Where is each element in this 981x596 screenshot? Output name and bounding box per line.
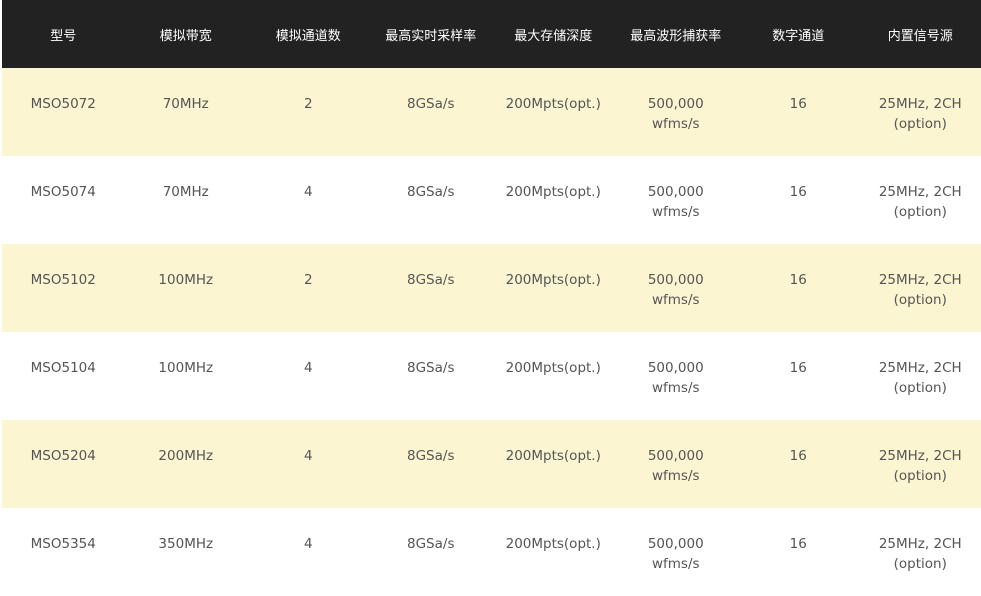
capture-rate-value: 500,000 <box>619 534 734 554</box>
cell-sample-rate: 8GSa/s <box>370 332 493 420</box>
table-row: MSO5104 100MHz 4 8GSa/s 200Mpts(opt.) 50… <box>2 332 981 420</box>
cell-sample-rate: 8GSa/s <box>370 420 493 508</box>
cell-bandwidth: 350MHz <box>125 508 248 596</box>
signal-source-value: 25MHz, 2CH <box>864 534 978 554</box>
cell-sample-rate: 8GSa/s <box>370 244 493 332</box>
cell-model: MSO5072 <box>2 68 125 156</box>
table-body: MSO5072 70MHz 2 8GSa/s 200Mpts(opt.) 500… <box>2 68 981 596</box>
table-row: MSO5204 200MHz 4 8GSa/s 200Mpts(opt.) 50… <box>2 420 981 508</box>
signal-source-note: (option) <box>864 466 978 486</box>
table-row: MSO5074 70MHz 4 8GSa/s 200Mpts(opt.) 500… <box>2 156 981 244</box>
signal-source-note: (option) <box>864 554 978 574</box>
table-header: 型号 模拟带宽 模拟通道数 最高实时采样率 最大存储深度 最高波形捕获率 数字通… <box>2 0 981 68</box>
cell-signal-source: 25MHz, 2CH(option) <box>860 420 981 508</box>
header-row: 型号 模拟带宽 模拟通道数 最高实时采样率 最大存储深度 最高波形捕获率 数字通… <box>2 0 981 68</box>
cell-bandwidth: 70MHz <box>125 156 248 244</box>
cell-capture-rate: 500,000wfms/s <box>615 420 738 508</box>
signal-source-note: (option) <box>864 290 978 310</box>
cell-sample-rate: 8GSa/s <box>370 68 493 156</box>
cell-analog-channels: 4 <box>247 156 370 244</box>
signal-source-value: 25MHz, 2CH <box>864 358 978 378</box>
cell-analog-channels: 2 <box>247 244 370 332</box>
capture-rate-unit: wfms/s <box>619 114 734 134</box>
capture-rate-value: 500,000 <box>619 446 734 466</box>
signal-source-note: (option) <box>864 202 978 222</box>
capture-rate-unit: wfms/s <box>619 466 734 486</box>
table-row: MSO5072 70MHz 2 8GSa/s 200Mpts(opt.) 500… <box>2 68 981 156</box>
signal-source-note: (option) <box>864 378 978 398</box>
cell-capture-rate: 500,000wfms/s <box>615 332 738 420</box>
cell-model: MSO5102 <box>2 244 125 332</box>
cell-capture-rate: 500,000wfms/s <box>615 156 738 244</box>
cell-digital-channels: 16 <box>737 420 860 508</box>
cell-sample-rate: 8GSa/s <box>370 156 493 244</box>
signal-source-note: (option) <box>864 114 978 134</box>
cell-model: MSO5104 <box>2 332 125 420</box>
cell-analog-channels: 4 <box>247 332 370 420</box>
header-signal-source: 内置信号源 <box>860 0 981 68</box>
cell-model: MSO5354 <box>2 508 125 596</box>
cell-analog-channels: 4 <box>247 420 370 508</box>
cell-analog-channels: 4 <box>247 508 370 596</box>
header-model: 型号 <box>2 0 125 68</box>
cell-signal-source: 25MHz, 2CH(option) <box>860 68 981 156</box>
cell-memory-depth: 200Mpts(opt.) <box>492 244 615 332</box>
capture-rate-unit: wfms/s <box>619 202 734 222</box>
header-memory-depth: 最大存储深度 <box>492 0 615 68</box>
header-digital-channels: 数字通道 <box>737 0 860 68</box>
cell-digital-channels: 16 <box>737 156 860 244</box>
capture-rate-unit: wfms/s <box>619 554 734 574</box>
capture-rate-unit: wfms/s <box>619 378 734 398</box>
cell-memory-depth: 200Mpts(opt.) <box>492 508 615 596</box>
cell-analog-channels: 2 <box>247 68 370 156</box>
table-row: MSO5354 350MHz 4 8GSa/s 200Mpts(opt.) 50… <box>2 508 981 596</box>
cell-model: MSO5204 <box>2 420 125 508</box>
capture-rate-value: 500,000 <box>619 94 734 114</box>
cell-bandwidth: 100MHz <box>125 244 248 332</box>
header-capture-rate: 最高波形捕获率 <box>615 0 738 68</box>
signal-source-value: 25MHz, 2CH <box>864 446 978 466</box>
signal-source-value: 25MHz, 2CH <box>864 182 978 202</box>
cell-digital-channels: 16 <box>737 332 860 420</box>
cell-signal-source: 25MHz, 2CH(option) <box>860 332 981 420</box>
cell-bandwidth: 200MHz <box>125 420 248 508</box>
cell-digital-channels: 16 <box>737 508 860 596</box>
cell-bandwidth: 100MHz <box>125 332 248 420</box>
cell-digital-channels: 16 <box>737 244 860 332</box>
capture-rate-value: 500,000 <box>619 270 734 290</box>
cell-memory-depth: 200Mpts(opt.) <box>492 68 615 156</box>
cell-model: MSO5074 <box>2 156 125 244</box>
cell-capture-rate: 500,000wfms/s <box>615 244 738 332</box>
cell-memory-depth: 200Mpts(opt.) <box>492 332 615 420</box>
capture-rate-value: 500,000 <box>619 182 734 202</box>
cell-bandwidth: 70MHz <box>125 68 248 156</box>
header-sample-rate: 最高实时采样率 <box>370 0 493 68</box>
cell-signal-source: 25MHz, 2CH(option) <box>860 156 981 244</box>
cell-capture-rate: 500,000wfms/s <box>615 508 738 596</box>
signal-source-value: 25MHz, 2CH <box>864 94 978 114</box>
capture-rate-unit: wfms/s <box>619 290 734 310</box>
cell-memory-depth: 200Mpts(opt.) <box>492 156 615 244</box>
signal-source-value: 25MHz, 2CH <box>864 270 978 290</box>
cell-signal-source: 25MHz, 2CH(option) <box>860 508 981 596</box>
header-bandwidth: 模拟带宽 <box>125 0 248 68</box>
cell-capture-rate: 500,000wfms/s <box>615 68 738 156</box>
table-row: MSO5102 100MHz 2 8GSa/s 200Mpts(opt.) 50… <box>2 244 981 332</box>
cell-sample-rate: 8GSa/s <box>370 508 493 596</box>
cell-signal-source: 25MHz, 2CH(option) <box>860 244 981 332</box>
header-analog-channels: 模拟通道数 <box>247 0 370 68</box>
capture-rate-value: 500,000 <box>619 358 734 378</box>
spec-table: 型号 模拟带宽 模拟通道数 最高实时采样率 最大存储深度 最高波形捕获率 数字通… <box>2 0 981 596</box>
cell-digital-channels: 16 <box>737 68 860 156</box>
cell-memory-depth: 200Mpts(opt.) <box>492 420 615 508</box>
